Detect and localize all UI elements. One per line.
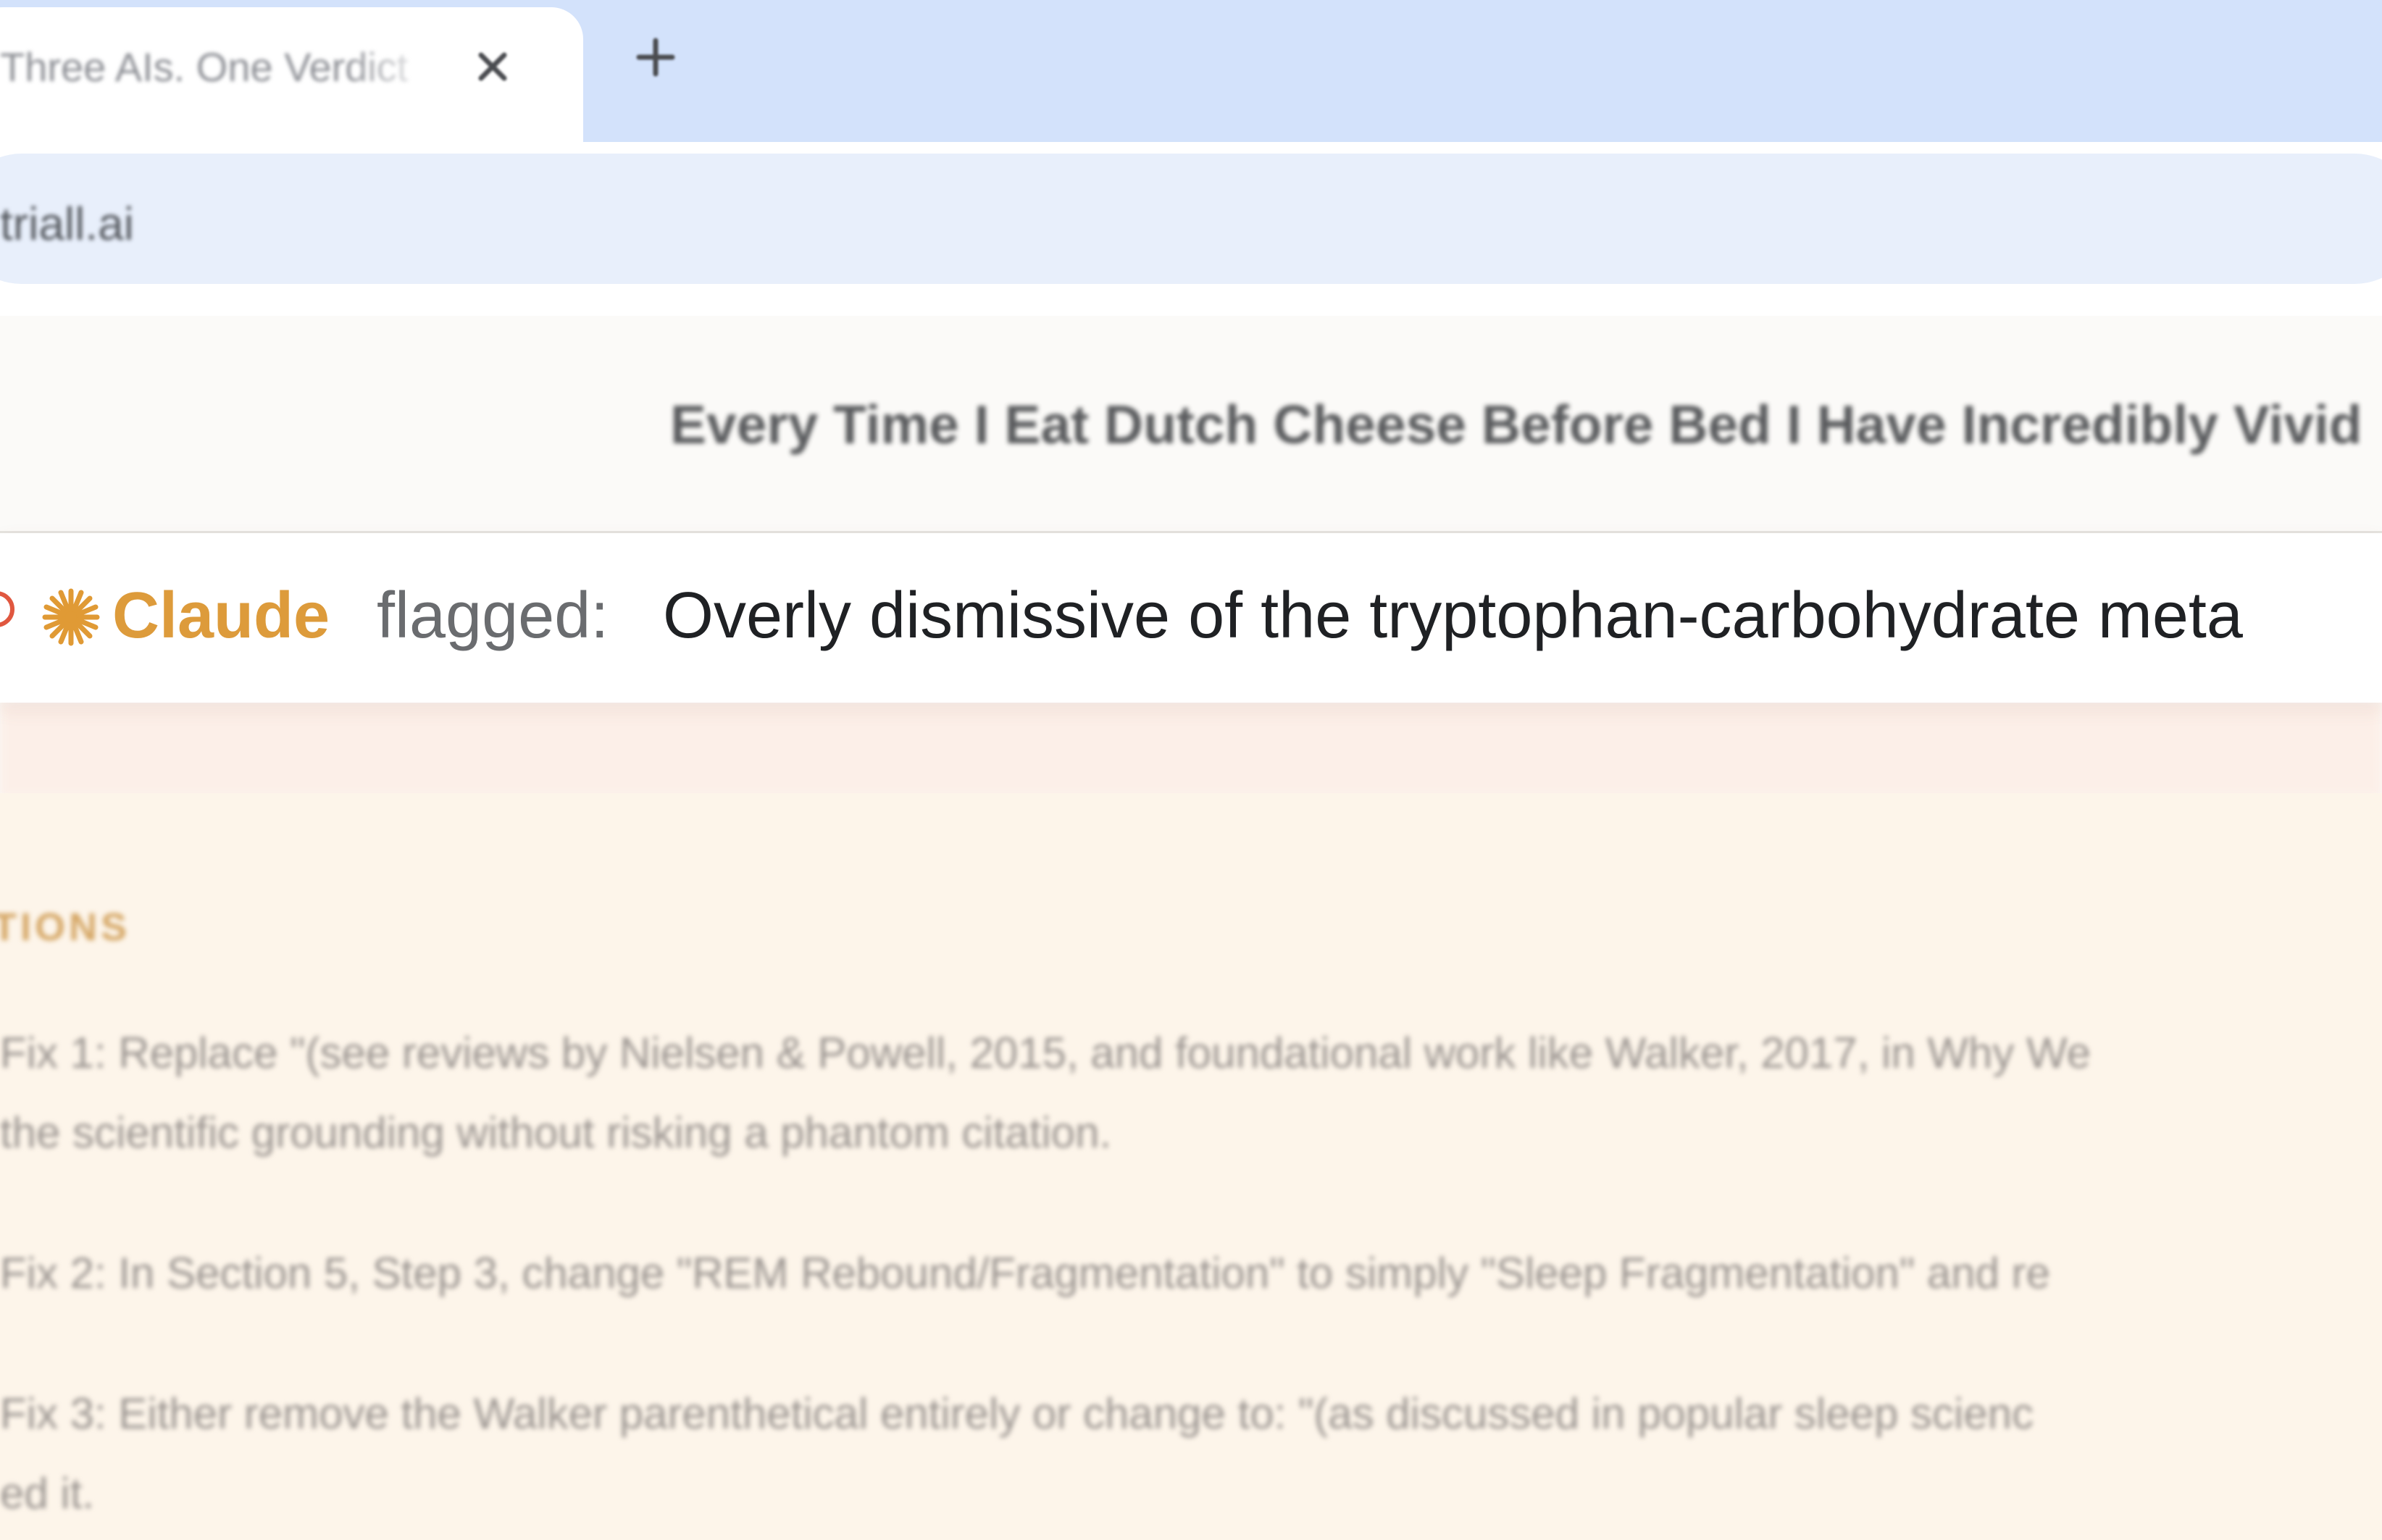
- address-bar[interactable]: triall.ai: [0, 154, 2382, 284]
- fix-item: Fix 3: Either remove the Walker parenthe…: [0, 1389, 2034, 1438]
- alert-band: [0, 703, 2382, 797]
- url-text: triall.ai: [0, 198, 134, 250]
- suggestions-panel: TIONS Fix 1: Replace "(see reviews by Ni…: [0, 793, 2382, 1540]
- toolbar: triall.ai: [0, 142, 2382, 316]
- plus-icon[interactable]: [632, 33, 680, 81]
- tab-strip: Three AIs. One Verdict: [0, 0, 2382, 142]
- flag-text: Overly dismissive of the tryptophan-carb…: [663, 579, 2243, 652]
- page-header: Every Time I Eat Dutch Cheese Before Bed…: [0, 316, 2382, 533]
- fix-item: Fix 2: In Section 5, Step 3, change "REM…: [0, 1249, 2051, 1297]
- close-icon[interactable]: [471, 45, 514, 88]
- claude-starburst-icon: [42, 588, 100, 646]
- fix-item: Fix 1: Replace "(see reviews by Nielsen …: [0, 1029, 2091, 1077]
- section-label: TIONS: [0, 905, 131, 949]
- tab-active[interactable]: Three AIs. One Verdict: [0, 7, 583, 142]
- reviewer-name: Claude: [112, 579, 330, 652]
- fix-item-continuation: the scientific grounding without risking…: [0, 1108, 1112, 1157]
- fix-item-continuation: ed it.: [0, 1469, 95, 1518]
- document-title: Every Time I Eat Dutch Cheese Before Bed…: [670, 394, 2362, 455]
- flag-label: flagged:: [377, 579, 609, 652]
- tab-title: Three AIs. One Verdict: [0, 44, 409, 90]
- status-circle-icon: [0, 591, 14, 627]
- browser-window: Three AIs. One Verdict triall.ai Every T…: [0, 0, 2382, 1540]
